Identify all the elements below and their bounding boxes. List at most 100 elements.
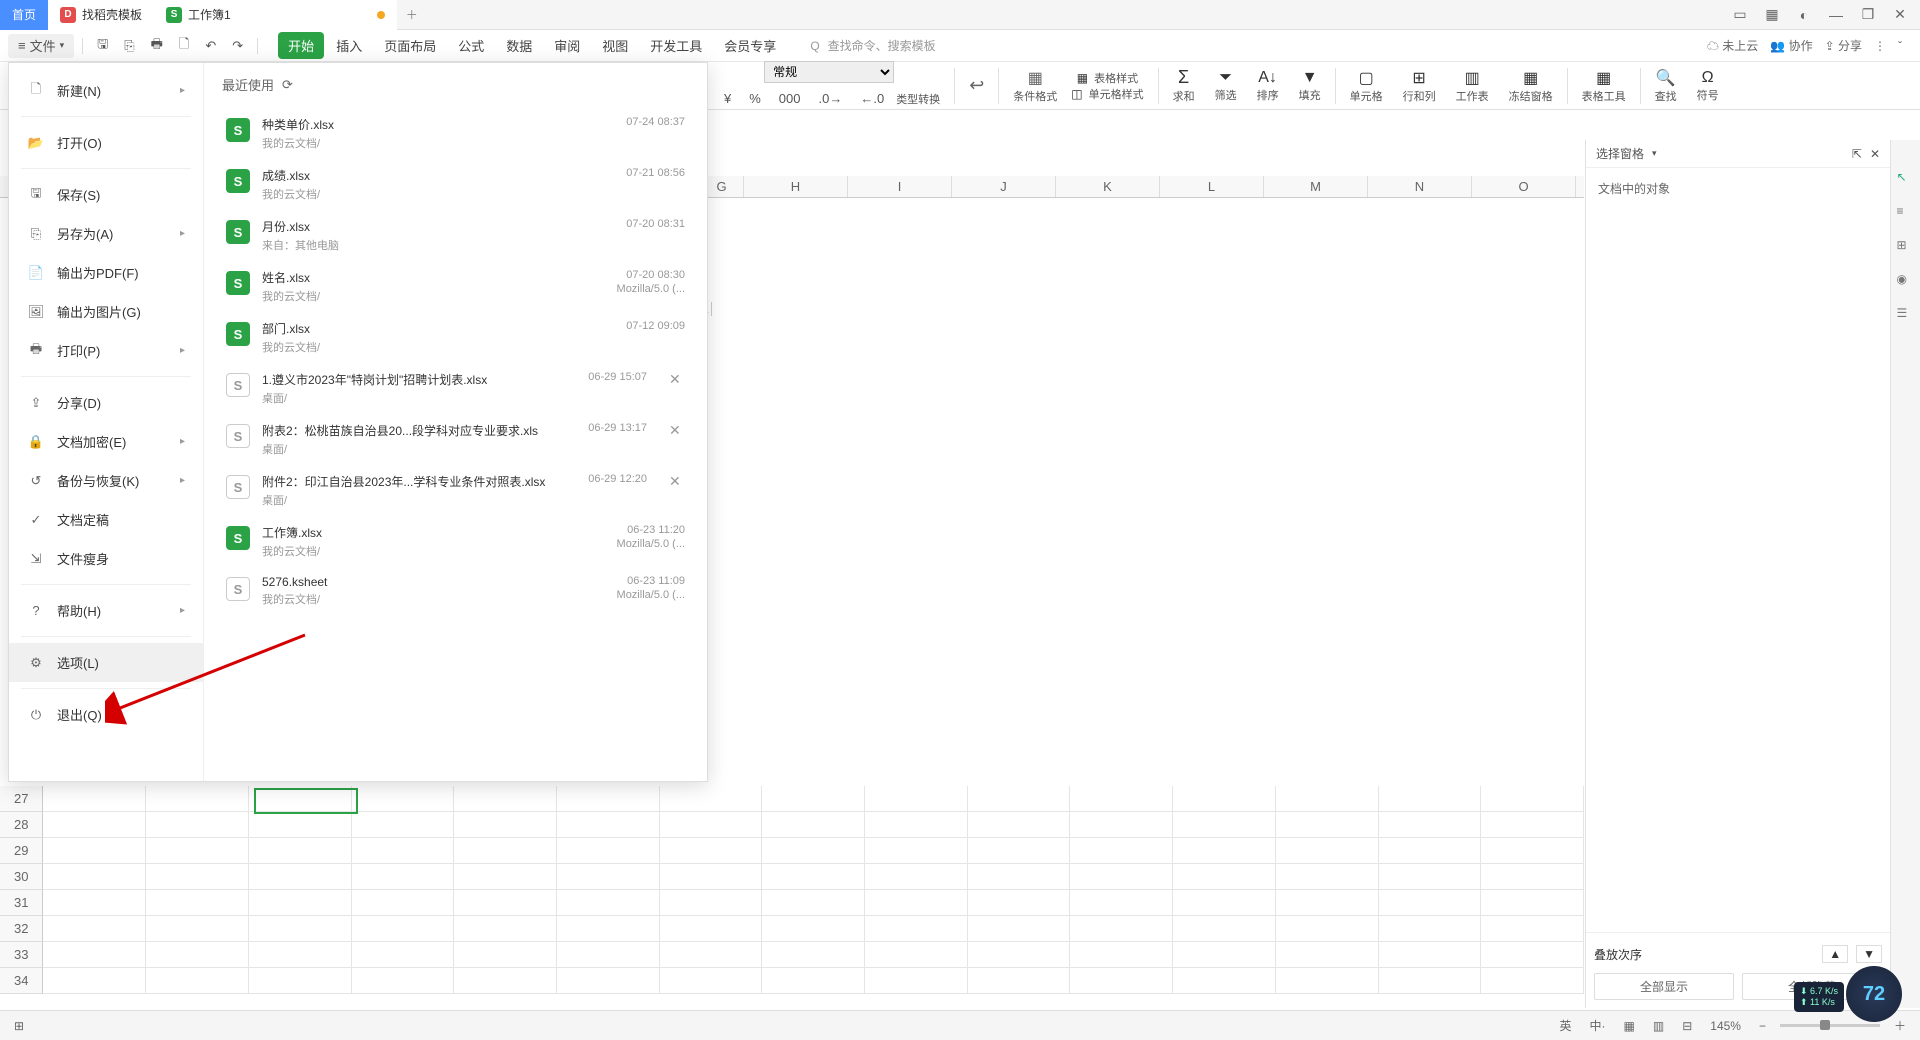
- print-preview-icon[interactable]: 🗋: [173, 34, 195, 58]
- cell[interactable]: [1173, 838, 1276, 864]
- refresh-icon[interactable]: ⟳: [282, 77, 293, 93]
- cell[interactable]: [865, 838, 968, 864]
- menu-export-pdf[interactable]: 📄输出为PDF(F): [9, 253, 203, 292]
- cell[interactable]: [1070, 916, 1173, 942]
- cell[interactable]: [249, 864, 352, 890]
- cell[interactable]: [1173, 916, 1276, 942]
- menu-finalize[interactable]: ✓文档定稿: [9, 500, 203, 539]
- pin-icon[interactable]: ⇱: [1852, 147, 1862, 161]
- menu-export-img[interactable]: 🖼输出为图片(G): [9, 292, 203, 331]
- menu-save[interactable]: 🖫保存(S): [9, 175, 203, 214]
- table-tools-icon[interactable]: ▦: [1596, 68, 1611, 88]
- menu-share[interactable]: ⇪分享(D): [9, 383, 203, 422]
- filter-icon[interactable]: ⏷: [1219, 69, 1232, 87]
- cell[interactable]: [1173, 786, 1276, 812]
- dropdown-icon[interactable]: ▾: [1652, 148, 1657, 159]
- cell[interactable]: [968, 916, 1071, 942]
- menu-slim[interactable]: ⇲文件瘦身: [9, 539, 203, 578]
- cell[interactable]: [968, 968, 1071, 994]
- tab-template[interactable]: D 找稻壳模板: [48, 0, 154, 30]
- cell[interactable]: [454, 890, 557, 916]
- cell[interactable]: [968, 812, 1071, 838]
- cell[interactable]: [454, 916, 557, 942]
- cell[interactable]: [660, 812, 763, 838]
- cell[interactable]: [762, 812, 865, 838]
- cell[interactable]: [557, 890, 660, 916]
- cell[interactable]: [146, 864, 249, 890]
- cell[interactable]: [249, 838, 352, 864]
- sheet-icon2[interactable]: ▥: [1465, 68, 1480, 88]
- col-header-N[interactable]: N: [1368, 176, 1472, 197]
- cell[interactable]: [1070, 838, 1173, 864]
- cell[interactable]: [1173, 942, 1276, 968]
- cell[interactable]: [352, 968, 455, 994]
- cell[interactable]: [454, 786, 557, 812]
- menu-encrypt[interactable]: 🔒文档加密(E)▸: [9, 422, 203, 461]
- cell[interactable]: [968, 864, 1071, 890]
- cell[interactable]: [1481, 942, 1584, 968]
- cell[interactable]: [557, 838, 660, 864]
- menu-open[interactable]: 📂打开(O): [9, 123, 203, 162]
- cell[interactable]: [1379, 890, 1482, 916]
- cell[interactable]: [762, 786, 865, 812]
- recent-file-item[interactable]: S月份.xlsx来自：其他电脑07-20 08:31: [222, 210, 689, 261]
- menu-options[interactable]: ⚙选项(L): [9, 643, 203, 682]
- rail-icon-3[interactable]: ◉: [1897, 272, 1915, 290]
- redo-icon[interactable]: ↷: [226, 34, 249, 58]
- layout-icon[interactable]: ▭: [1730, 5, 1750, 25]
- cell[interactable]: [1070, 942, 1173, 968]
- close-pane-icon[interactable]: ✕: [1870, 147, 1880, 161]
- cell[interactable]: [146, 890, 249, 916]
- cell[interactable]: [43, 890, 146, 916]
- row-header-32[interactable]: 32: [0, 916, 43, 942]
- ribbon-tab-member[interactable]: 会员专享: [714, 32, 786, 59]
- cell[interactable]: [660, 890, 763, 916]
- cell[interactable]: [1276, 890, 1379, 916]
- row-header-29[interactable]: 29: [0, 838, 43, 864]
- cell[interactable]: [352, 942, 455, 968]
- cell[interactable]: [660, 864, 763, 890]
- menu-backup[interactable]: ↺备份与恢复(K)▸: [9, 461, 203, 500]
- cell[interactable]: [1173, 812, 1276, 838]
- cell[interactable]: [43, 942, 146, 968]
- cell[interactable]: [1379, 942, 1482, 968]
- command-search[interactable]: Q 查找命令、搜索模板: [810, 37, 935, 54]
- maximize-button[interactable]: ❐: [1858, 5, 1878, 25]
- cell[interactable]: [968, 838, 1071, 864]
- cell[interactable]: [1481, 812, 1584, 838]
- dec-decimal-icon[interactable]: ←.0: [854, 87, 890, 111]
- file-menu-button[interactable]: ≡ 文件 ▾: [8, 34, 74, 58]
- cell[interactable]: [865, 968, 968, 994]
- cell[interactable]: [454, 942, 557, 968]
- cell[interactable]: [1276, 786, 1379, 812]
- cell[interactable]: [1481, 786, 1584, 812]
- sort-icon[interactable]: A↓: [1258, 69, 1277, 87]
- cell[interactable]: [1070, 812, 1173, 838]
- cell[interactable]: [352, 890, 455, 916]
- collapse-ribbon-icon[interactable]: ˇ: [1898, 39, 1902, 53]
- recent-file-item[interactable]: S5276.ksheet我的云文档/06-23 11:09Mozilla/5.0…: [222, 567, 689, 615]
- ribbon-tab-data[interactable]: 数据: [496, 32, 542, 59]
- cell[interactable]: [1481, 890, 1584, 916]
- cell[interactable]: [1173, 864, 1276, 890]
- cell[interactable]: [1379, 864, 1482, 890]
- cell[interactable]: [43, 864, 146, 890]
- recent-file-item[interactable]: S种类单价.xlsx我的云文档/07-24 08:37: [222, 108, 689, 159]
- rail-icon-4[interactable]: ☰: [1897, 306, 1915, 324]
- cell[interactable]: [865, 812, 968, 838]
- cell[interactable]: [557, 968, 660, 994]
- cell[interactable]: [762, 838, 865, 864]
- cell[interactable]: [249, 890, 352, 916]
- col-header-J[interactable]: J: [952, 176, 1056, 197]
- cell[interactable]: [1379, 786, 1482, 812]
- share-button[interactable]: ⇪ 分享: [1825, 37, 1862, 54]
- ribbon-tab-layout[interactable]: 页面布局: [374, 32, 446, 59]
- row-header-31[interactable]: 31: [0, 890, 43, 916]
- cell[interactable]: [865, 864, 968, 890]
- number-format-select[interactable]: 常规: [764, 61, 894, 83]
- row-header-30[interactable]: 30: [0, 864, 43, 890]
- recent-file-item[interactable]: S工作簿.xlsx我的云文档/06-23 11:20Mozilla/5.0 (.…: [222, 516, 689, 567]
- recent-file-item[interactable]: S附件2：印江自治县2023年...学科专业条件对照表.xlsx桌面/06-29…: [222, 465, 689, 516]
- cell[interactable]: [557, 864, 660, 890]
- menu-exit[interactable]: ⏻退出(Q): [9, 695, 203, 734]
